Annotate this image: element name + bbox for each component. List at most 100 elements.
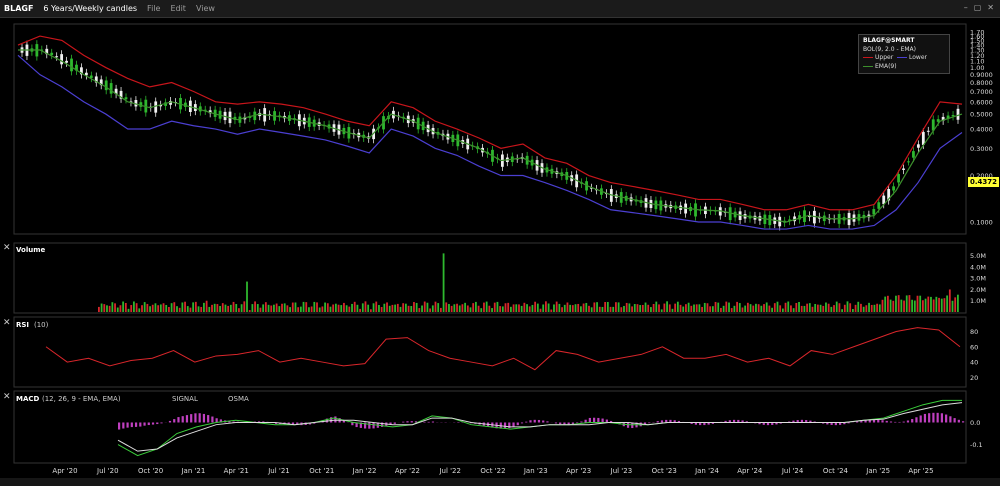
volume-bar bbox=[582, 303, 585, 312]
volume-bar bbox=[897, 295, 900, 312]
volume-bar bbox=[566, 302, 569, 312]
volume-bar bbox=[628, 303, 631, 312]
volume-bar bbox=[286, 305, 289, 312]
volume-tick-label: 1.0M bbox=[970, 297, 986, 305]
rsi-tick-label: 80 bbox=[970, 328, 978, 336]
volume-bar bbox=[558, 303, 561, 312]
volume-bar bbox=[528, 306, 531, 312]
volume-bar bbox=[612, 306, 615, 312]
volume-bar bbox=[491, 308, 493, 312]
osma-bar bbox=[207, 415, 210, 423]
volume-bar bbox=[213, 303, 216, 312]
volume-bar bbox=[725, 301, 728, 312]
volume-bar bbox=[954, 297, 957, 312]
volume-bar bbox=[620, 307, 623, 312]
volume-bar bbox=[542, 304, 545, 312]
candle-body bbox=[902, 168, 905, 170]
volume-bar bbox=[825, 302, 827, 312]
volume-bar bbox=[843, 304, 846, 312]
volume-bar bbox=[938, 297, 940, 312]
volume-bar bbox=[771, 307, 773, 312]
volume-bar bbox=[485, 301, 488, 312]
volume-bar bbox=[784, 302, 787, 312]
volume-bar bbox=[641, 304, 644, 312]
legend-ema-row: EMA(9) bbox=[863, 63, 945, 72]
volume-bar bbox=[868, 302, 870, 312]
osma-bar bbox=[427, 421, 430, 423]
close-rsi-icon[interactable]: ✕ bbox=[3, 318, 11, 328]
volume-bar bbox=[221, 303, 224, 312]
volume-bar bbox=[149, 306, 151, 312]
time-navigator[interactable] bbox=[0, 478, 1000, 486]
volume-bar bbox=[493, 302, 496, 312]
volume-bar bbox=[192, 302, 195, 312]
candle-body bbox=[70, 58, 73, 72]
osma-bar bbox=[406, 421, 409, 423]
volume-bar bbox=[730, 308, 733, 312]
volume-bar bbox=[752, 305, 755, 312]
volume-bar bbox=[216, 304, 219, 312]
volume-bar bbox=[755, 303, 757, 312]
volume-bar bbox=[633, 304, 636, 312]
candle-body bbox=[926, 130, 930, 132]
volume-bar bbox=[176, 306, 178, 312]
volume-bar bbox=[795, 302, 798, 312]
volume-bar bbox=[254, 301, 256, 312]
volume-bar bbox=[876, 303, 879, 312]
volume-bar bbox=[407, 305, 410, 312]
volume-bar bbox=[308, 307, 310, 312]
volume-bar bbox=[916, 295, 919, 312]
volume-bar bbox=[238, 308, 240, 312]
volume-bar bbox=[819, 304, 822, 312]
volume-bar bbox=[924, 298, 927, 312]
volume-bar bbox=[940, 298, 943, 312]
legend-lower: Lower bbox=[909, 54, 927, 61]
macd-param: (12, 26, 9 - EMA, EMA) bbox=[42, 395, 121, 403]
osma-bar bbox=[915, 417, 918, 423]
time-tick-label: Jan '22 bbox=[352, 467, 377, 475]
osma-bar bbox=[885, 420, 888, 423]
volume-bar bbox=[932, 299, 935, 312]
volume-bar bbox=[270, 305, 273, 312]
price-tick-label: 0.4000 bbox=[970, 126, 993, 134]
volume-bar bbox=[609, 306, 612, 312]
volume-bar bbox=[273, 304, 275, 312]
volume-bar bbox=[658, 304, 660, 312]
volume-bar bbox=[340, 305, 343, 312]
volume-bar bbox=[275, 303, 278, 312]
volume-bar bbox=[353, 301, 356, 312]
volume-bar bbox=[636, 304, 639, 312]
volume-bar bbox=[501, 306, 504, 312]
volume-bar bbox=[372, 303, 375, 312]
chart-area[interactable]: 1.701.601.501.401.301.201.101.000.90000.… bbox=[0, 0, 1000, 478]
time-tick-label: Jul '23 bbox=[610, 467, 633, 475]
osma-bar bbox=[877, 419, 880, 423]
volume-bar bbox=[262, 304, 265, 312]
volume-bar bbox=[394, 304, 397, 312]
osma-bar bbox=[194, 413, 197, 423]
volume-bar bbox=[781, 308, 784, 312]
volume-bar bbox=[267, 304, 270, 312]
volume-tick-label: 4.0M bbox=[970, 263, 986, 271]
osma-bar bbox=[156, 422, 159, 425]
price-legend[interactable]: BLAGF@SMART BOL(9, 2.0 - EMA) Upper Lowe… bbox=[858, 34, 950, 74]
close-macd-icon[interactable]: ✕ bbox=[3, 392, 11, 402]
volume-bar bbox=[343, 302, 345, 312]
volume-bar bbox=[596, 302, 598, 312]
volume-bar bbox=[663, 303, 666, 312]
osma-bar bbox=[898, 421, 901, 423]
osma-bar bbox=[932, 412, 935, 423]
volume-bar bbox=[464, 302, 467, 312]
volume-bar bbox=[655, 301, 658, 312]
osma-bar bbox=[202, 413, 206, 423]
osma-bar bbox=[597, 417, 600, 423]
volume-bar bbox=[787, 301, 790, 312]
volume-bar bbox=[442, 253, 445, 312]
osma-bar bbox=[431, 421, 435, 423]
volume-bar bbox=[208, 306, 211, 312]
time-tick-label: Jan '23 bbox=[523, 467, 548, 475]
volume-bar bbox=[359, 308, 362, 312]
volume-bar bbox=[297, 307, 300, 312]
close-volume-icon[interactable]: ✕ bbox=[3, 243, 11, 253]
volume-bar bbox=[598, 306, 601, 312]
